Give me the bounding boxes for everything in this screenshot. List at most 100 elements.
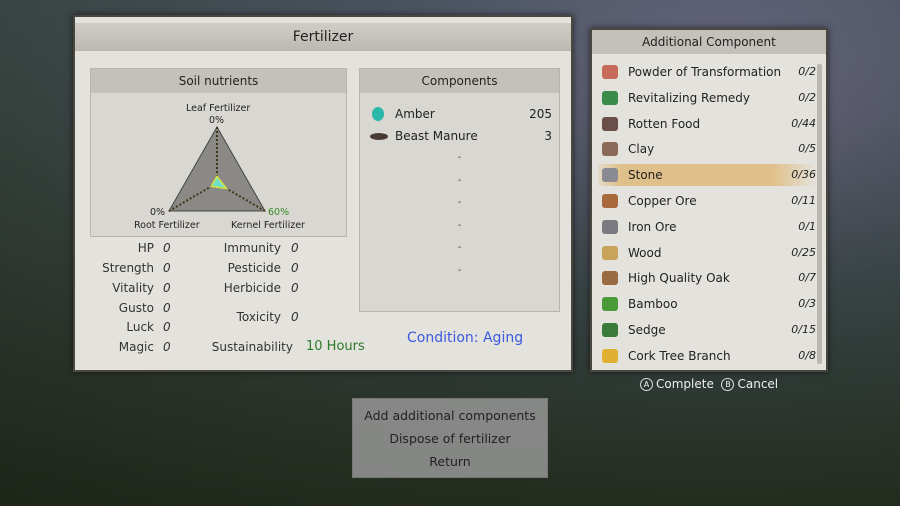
item-name: Rotten Food <box>628 116 701 131</box>
complete-hint[interactable]: Complete <box>656 377 714 391</box>
empty-slot: - <box>457 174 462 186</box>
item-count: 0/1 <box>798 219 816 233</box>
component-row: Beast Manure 3 <box>370 126 552 146</box>
item-icon <box>602 245 618 260</box>
item-count: 0/7 <box>798 271 816 285</box>
component-item[interactable]: Stone 0/36 <box>598 164 816 187</box>
item-name: Iron Ore <box>628 219 677 234</box>
item-icon <box>602 116 618 131</box>
empty-slot: - <box>457 197 462 208</box>
component-item[interactable]: Sedge 0/15 <box>598 319 816 341</box>
item-name: Revitalizing Remedy <box>628 90 750 105</box>
item-name: High Quality Oak <box>628 271 730 286</box>
menu-return[interactable]: Return <box>353 450 547 473</box>
button-hints: A Complete B Cancel <box>640 377 778 391</box>
soil-nutrients-panel: Soil nutrients Leaf Fertilizer 0% 0% Roo… <box>90 68 347 237</box>
item-icon <box>602 323 618 337</box>
item-count: 0/15 <box>791 323 816 336</box>
stat-label: Gusto <box>118 301 154 315</box>
additional-component-panel: Additional Component Powder of Transform… <box>590 28 828 372</box>
stat-label: Immunity <box>223 241 281 255</box>
empty-slot: - <box>457 242 462 253</box>
additional-title: Additional Component <box>592 30 826 54</box>
component-item[interactable]: Bamboo 0/3 <box>598 293 816 315</box>
item-icon <box>602 271 618 286</box>
stat-value: 0 <box>163 320 171 334</box>
item-count: 0/11 <box>791 194 816 207</box>
manure-icon <box>370 133 388 140</box>
item-name: Sedge <box>628 323 666 337</box>
component-item[interactable]: Iron Ore 0/1 <box>598 216 816 238</box>
stat-label: Vitality <box>112 281 154 295</box>
stat-value: 0 <box>163 241 171 255</box>
action-menu: Add additional components Dispose of fer… <box>352 398 548 478</box>
empty-slot: - <box>457 264 462 276</box>
item-icon <box>602 142 618 157</box>
item-count: 0/2 <box>798 65 816 78</box>
stat-label: HP <box>137 241 154 255</box>
stat-label: Luck <box>126 320 154 334</box>
empty-slot: - <box>457 152 462 163</box>
item-icon <box>602 65 618 79</box>
stat-value: 0 <box>291 241 299 255</box>
item-count: 0/44 <box>791 116 816 130</box>
item-count: 0/25 <box>791 245 816 259</box>
item-count: 0/2 <box>798 90 816 104</box>
sustainability-label: Sustainability <box>211 340 293 354</box>
component-name: Amber <box>395 107 435 121</box>
item-count: 0/8 <box>798 348 816 362</box>
menu-add-components[interactable]: Add additional components <box>353 404 547 427</box>
component-item[interactable]: Powder of Transformation 0/2 <box>598 61 816 83</box>
stat-value: 0 <box>163 281 171 295</box>
stat-value: 0 <box>291 281 299 295</box>
components-title: Components <box>360 69 559 93</box>
component-row: Amber 205 <box>370 104 552 124</box>
item-name: Bamboo <box>628 297 678 312</box>
item-name: Cork Tree Branch <box>628 348 731 363</box>
stat-value: 0 <box>163 340 171 354</box>
item-icon <box>602 219 618 234</box>
component-item[interactable]: Clay 0/5 <box>598 138 816 160</box>
item-count: 0/3 <box>798 297 816 311</box>
component-count: 205 <box>529 107 552 121</box>
component-item[interactable]: Copper Ore 0/11 <box>598 190 816 212</box>
components-panel: Components Amber 205 Beast Manure 3 - - - -… <box>359 68 560 312</box>
item-count: 0/5 <box>798 142 816 156</box>
item-name: Stone <box>628 168 663 183</box>
stat-value: 0 <box>163 301 171 315</box>
component-name: Beast Manure <box>395 129 478 143</box>
component-item[interactable]: Cork Tree Branch 0/8 <box>598 345 816 367</box>
stat-label: Magic <box>118 340 154 354</box>
stat-label: Herbicide <box>223 281 281 295</box>
panel-title: Fertilizer <box>75 23 571 51</box>
stat-label: Toxicity <box>236 310 281 324</box>
item-name: Copper Ore <box>628 194 697 208</box>
stat-label: Strength <box>102 261 154 275</box>
item-name: Wood <box>628 245 662 260</box>
component-count: 3 <box>544 129 552 143</box>
a-button-icon: A <box>640 378 653 391</box>
component-item[interactable]: High Quality Oak 0/7 <box>598 267 816 289</box>
fertilizer-panel: Fertilizer Soil nutrients Leaf Fertilize… <box>73 15 573 372</box>
scrollbar[interactable] <box>817 64 822 364</box>
b-button-icon: B <box>721 378 735 391</box>
item-count: 0/36 <box>791 168 816 182</box>
cancel-hint[interactable]: Cancel <box>737 377 778 391</box>
item-name: Powder of Transformation <box>628 65 782 79</box>
empty-slot: - <box>457 219 462 231</box>
stat-value: 0 <box>163 261 171 275</box>
stat-label: Pesticide <box>227 261 281 275</box>
menu-dispose[interactable]: Dispose of fertilizer <box>353 427 547 450</box>
component-item[interactable]: Rotten Food 0/44 <box>598 113 816 135</box>
stat-value: 0 <box>291 310 299 324</box>
item-name: Clay <box>628 142 655 157</box>
item-icon <box>602 168 618 183</box>
item-icon <box>602 297 618 312</box>
amber-icon <box>372 107 384 121</box>
stat-value: 0 <box>291 261 299 275</box>
item-icon <box>602 348 618 363</box>
sustainability-value: 10 Hours <box>306 339 365 354</box>
nutrient-triangle-chart <box>168 125 266 212</box>
component-item[interactable]: Revitalizing Remedy 0/2 <box>598 87 816 109</box>
component-item[interactable]: Wood 0/25 <box>598 242 816 264</box>
